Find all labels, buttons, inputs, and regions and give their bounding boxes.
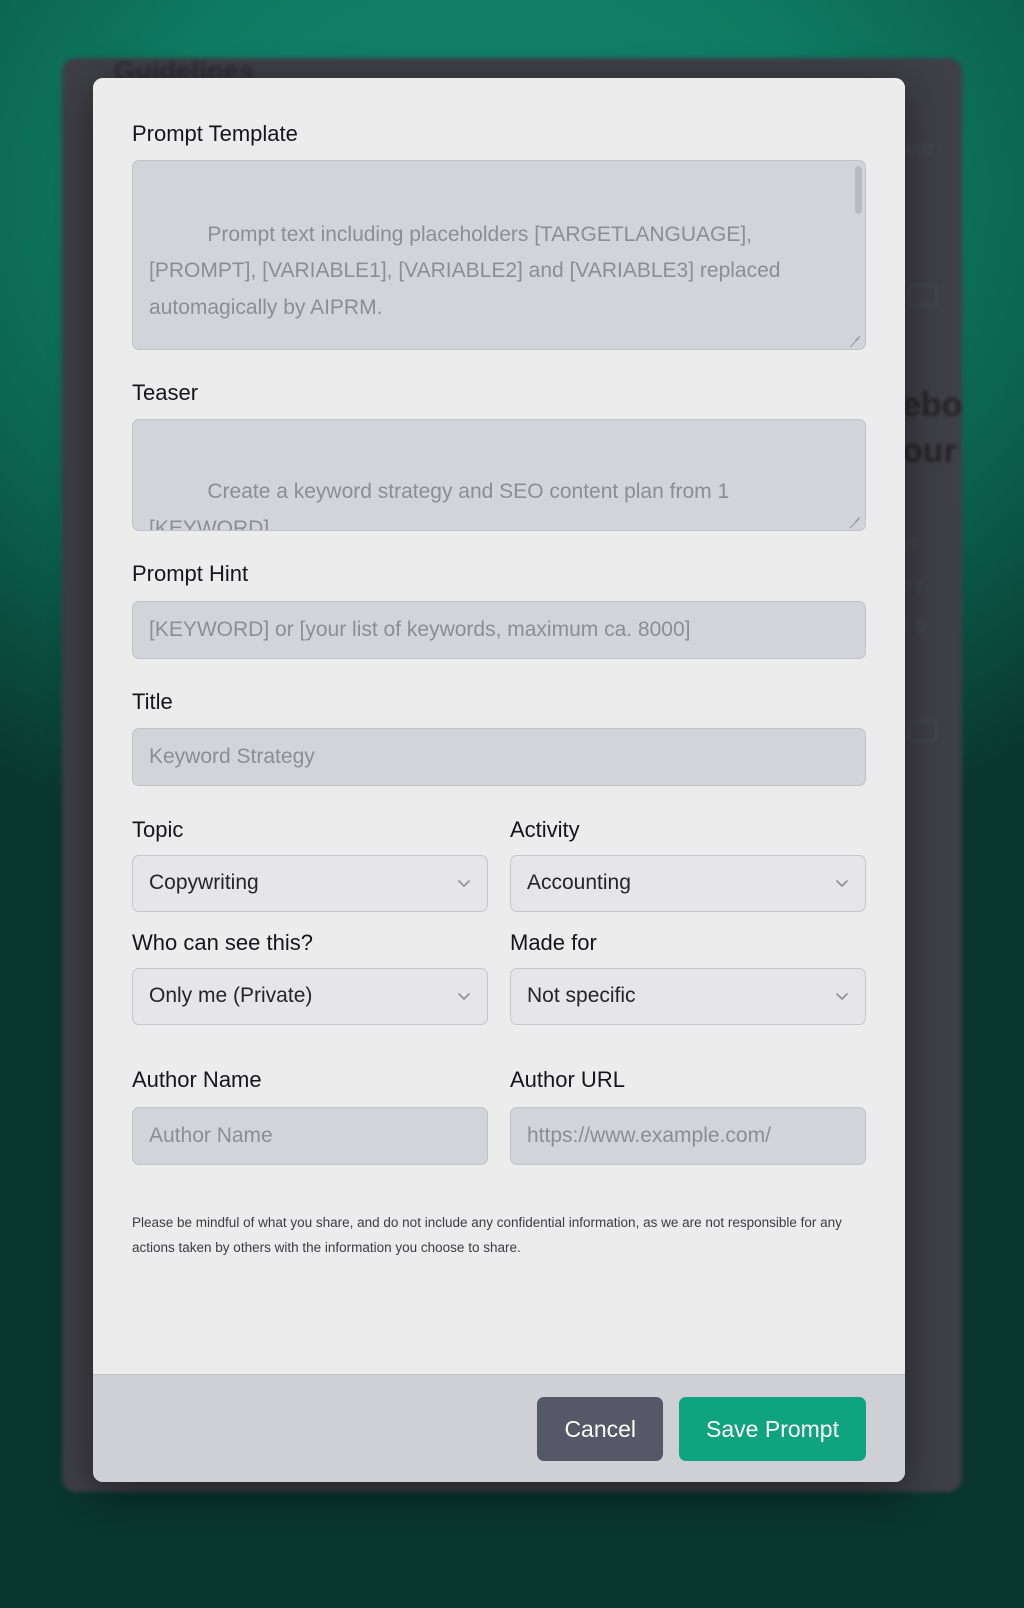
prompt-template-wrap: Prompt text including placeholders [TARG…	[132, 160, 866, 351]
title-field: Title Keyword Strategy	[132, 688, 866, 786]
teaser-resize-handle[interactable]	[848, 513, 861, 526]
chevron-down-icon	[834, 988, 850, 1004]
prompt-hint-placeholder: [KEYWORD] or [your list of keywords, max…	[149, 617, 691, 641]
prompt-template-label: Prompt Template	[132, 121, 298, 146]
visibility-select[interactable]: Only me (Private)	[132, 967, 488, 1025]
cancel-button[interactable]: Cancel	[537, 1396, 664, 1461]
chevron-down-icon	[834, 875, 850, 891]
prompt-template-scrollbar[interactable]	[855, 166, 862, 344]
modal-body: Prompt Template Prompt text including pl…	[93, 78, 905, 1374]
visibility-field: Who can see this? Only me (Private)	[132, 930, 488, 1043]
save-prompt-button[interactable]: Save Prompt	[679, 1396, 866, 1461]
prompt-template-resize-handle[interactable]	[848, 332, 861, 345]
author-url-label: Author URL	[510, 1066, 625, 1092]
scrollbar-thumb[interactable]	[855, 166, 862, 215]
modal-footer: Cancel Save Prompt	[93, 1374, 905, 1482]
activity-label: Activity	[510, 816, 580, 842]
topic-value: Copywriting	[149, 871, 259, 895]
author-name-placeholder: Author Name	[149, 1123, 273, 1147]
author-url-placeholder: https://www.example.com/	[527, 1123, 771, 1147]
background-text-fragment: our	[902, 432, 957, 470]
author-name-input[interactable]: Author Name	[132, 1106, 488, 1165]
prompt-hint-label: Prompt Hint	[132, 561, 249, 587]
topic-activity-row: Topic Copywriting Activity Accounting	[132, 817, 866, 930]
topic-label: Topic	[132, 816, 184, 842]
visibility-madefor-row: Who can see this? Only me (Private) Made…	[132, 930, 866, 1043]
made-for-label: Made for	[510, 929, 597, 955]
teaser-textarea[interactable]: Create a keyword strategy and SEO conten…	[132, 419, 866, 532]
visibility-value: Only me (Private)	[149, 984, 313, 1008]
author-name-label: Author Name	[132, 1066, 262, 1092]
chevron-down-icon	[456, 875, 472, 891]
prompt-template-placeholder: Prompt text including placeholders [TARG…	[149, 223, 787, 319]
teaser-wrap: Create a keyword strategy and SEO conten…	[132, 419, 866, 532]
prompt-template-field: Prompt Template Prompt text including pl…	[132, 121, 866, 351]
author-url-input[interactable]: https://www.example.com/	[510, 1106, 866, 1165]
activity-field: Activity Accounting	[510, 817, 866, 930]
title-input[interactable]: Keyword Strategy	[132, 727, 866, 786]
made-for-select[interactable]: Not specific	[510, 967, 866, 1025]
title-placeholder: Keyword Strategy	[149, 744, 315, 768]
privacy-disclaimer: Please be mindful of what you share, and…	[132, 1214, 842, 1255]
teaser-label: Teaser	[132, 380, 199, 406]
background-checkbox-shape	[908, 284, 938, 306]
visibility-label: Who can see this?	[132, 929, 313, 955]
author-row: Author Name Author Name Author URL https…	[132, 1067, 866, 1165]
background-text-fragment: eat	[906, 138, 934, 160]
prompt-template-textarea[interactable]: Prompt text including placeholders [TARG…	[132, 160, 866, 351]
chevron-down-icon	[456, 988, 472, 1004]
made-for-value: Not specific	[527, 984, 636, 1008]
activity-select[interactable]: Accounting	[510, 854, 866, 912]
topic-field: Topic Copywriting	[132, 817, 488, 930]
topic-select[interactable]: Copywriting	[132, 854, 488, 912]
background-text-fragment: n	[906, 532, 918, 554]
title-label: Title	[132, 688, 173, 714]
background-checkbox-shape	[908, 720, 938, 742]
made-for-field: Made for Not specific	[510, 930, 866, 1043]
background-text-fragment: ebo	[902, 386, 963, 424]
teaser-field: Teaser Create a keyword strategy and SEO…	[132, 380, 866, 532]
activity-value: Accounting	[527, 871, 631, 895]
teaser-placeholder: Create a keyword strategy and SEO conten…	[149, 480, 735, 532]
prompt-hint-input[interactable]: [KEYWORD] or [your list of keywords, max…	[132, 600, 866, 659]
author-url-field: Author URL https://www.example.com/	[510, 1067, 866, 1165]
edit-prompt-modal: Prompt Template Prompt text including pl…	[93, 78, 905, 1482]
author-name-field: Author Name Author Name	[132, 1067, 488, 1165]
prompt-hint-field: Prompt Hint [KEYWORD] or [your list of k…	[132, 561, 866, 659]
